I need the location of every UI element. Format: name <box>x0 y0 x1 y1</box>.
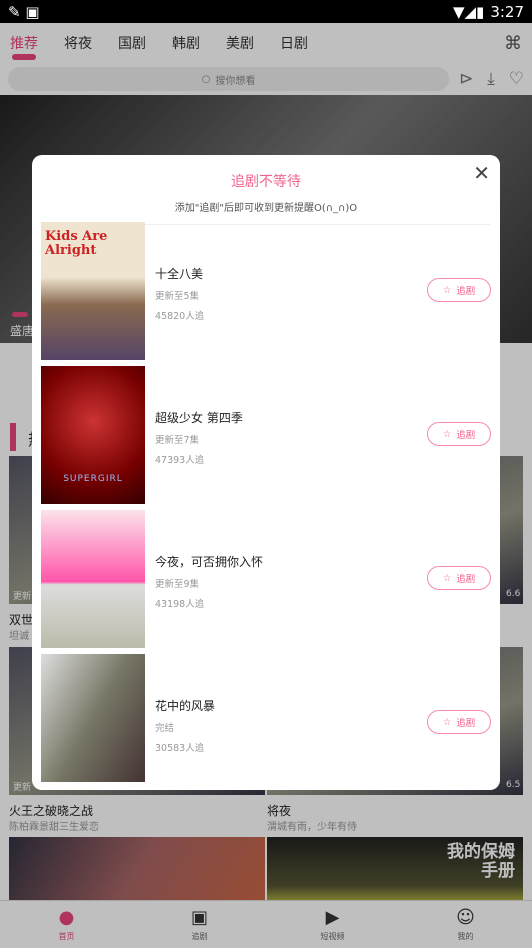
clock: 3:27 <box>490 2 524 21</box>
poster-title: Kids Are Alright <box>45 229 108 258</box>
list-item[interactable]: Kids Are Alright 十全八美更新至5集 45820人追 ☆ 追剧 <box>41 222 491 360</box>
poster <box>41 654 145 782</box>
close-icon[interactable]: ✕ <box>473 161 490 185</box>
follow-dialog: ✕ 追剧不等待 添加"追剧"后即可收到更新提醒O(∩_∩)O Kids Are … <box>32 155 500 790</box>
item-update: 更新至9集 <box>155 579 200 590</box>
list-item[interactable]: 花中的风暴完结 30583人追 ☆ 追剧 <box>41 654 491 782</box>
poster: SUPERGIRL <box>41 366 145 504</box>
poster: Kids Are Alright <box>41 222 145 360</box>
follow-button[interactable]: ☆ 追剧 <box>427 422 491 446</box>
follow-button[interactable]: ☆ 追剧 <box>427 566 491 590</box>
item-count: 43198人追 <box>155 599 205 610</box>
poster <box>41 510 145 648</box>
star-icon: ☆ <box>442 716 452 728</box>
item-name: 花中的风暴 <box>155 699 216 713</box>
star-icon: ☆ <box>442 284 452 296</box>
list-item[interactable]: SUPERGIRL 超级少女 第四季 更新至7集 47393人追 ☆ 追剧 <box>41 366 491 504</box>
item-name: 今夜，可否拥你入怀 <box>155 555 264 569</box>
dialog-title: 追剧不等待 <box>231 174 301 190</box>
item-update: 更新至7集 <box>155 435 200 446</box>
follow-button[interactable]: ☆ 追剧 <box>427 278 491 302</box>
notification-icons: ✎ ▣ <box>8 2 40 21</box>
item-update: 更新至5集 <box>155 291 200 302</box>
status-bar: ✎ ▣ ▼◢▮ 3:27 <box>0 0 532 23</box>
dialog-subtitle: 添加"追剧"后即可收到更新提醒O(∩_∩)O <box>174 203 358 214</box>
wifi-icon: ▼◢▮ <box>452 2 485 21</box>
follow-button[interactable]: ☆ 追剧 <box>427 710 491 734</box>
star-icon: ☆ <box>442 428 452 440</box>
star-icon: ☆ <box>442 572 452 584</box>
item-update: 完结 <box>155 723 175 734</box>
list-item[interactable]: 今夜，可否拥你入怀 更新至9集 43198人追 ☆ 追剧 <box>41 510 491 648</box>
item-name: 十全八美 <box>155 267 204 281</box>
item-name: 超级少女 第四季 <box>155 411 243 425</box>
item-count: 45820人追 <box>155 311 205 322</box>
item-count: 30583人追 <box>155 743 205 754</box>
item-count: 47393人追 <box>155 455 205 466</box>
poster-title: SUPERGIRL <box>63 474 123 484</box>
